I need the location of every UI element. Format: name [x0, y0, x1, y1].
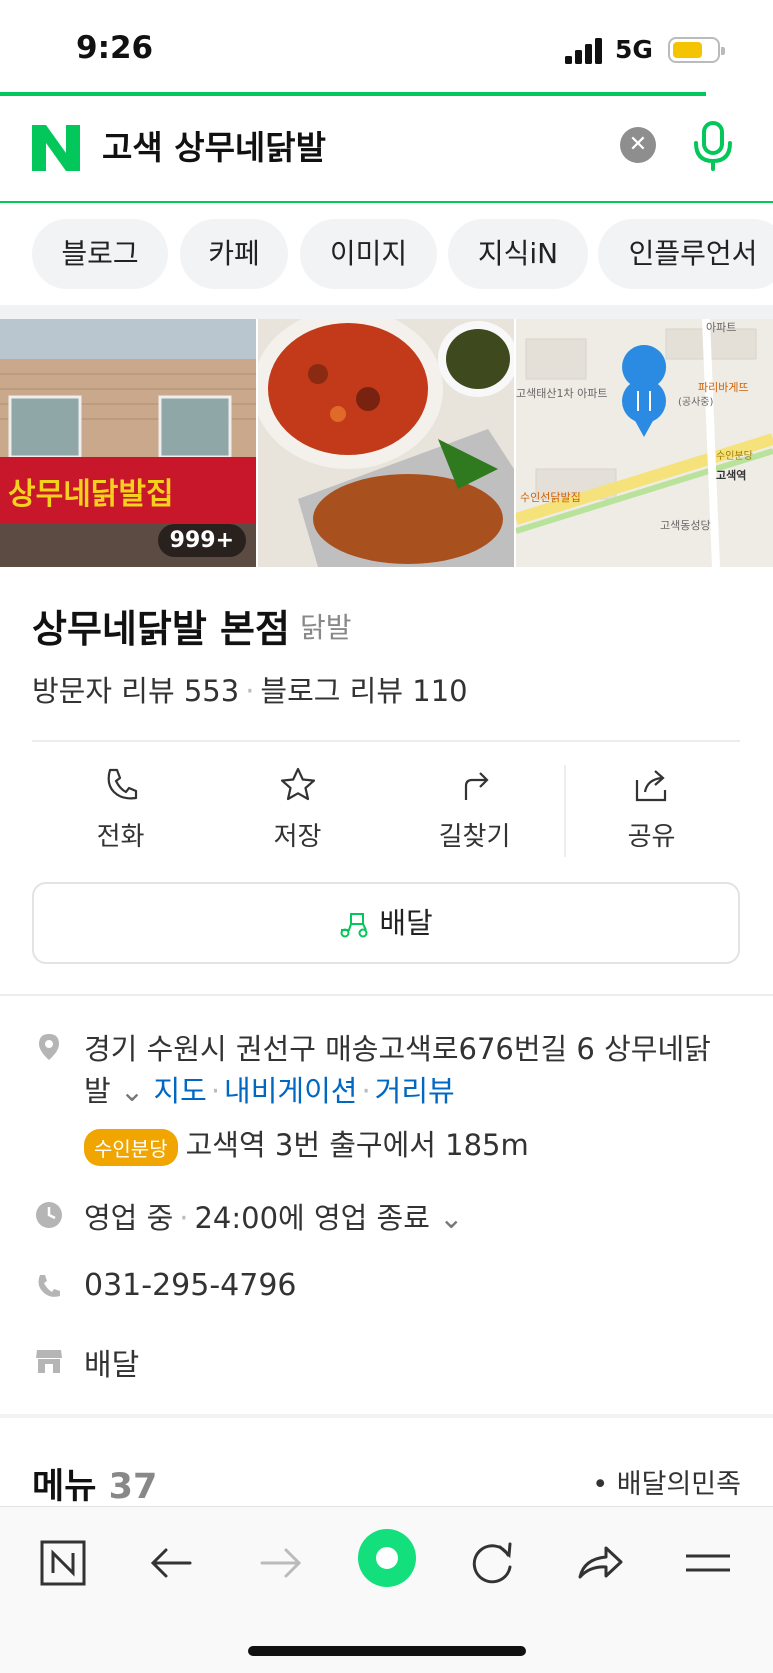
- store-icon: [36, 1350, 62, 1373]
- back-arrow-icon[interactable]: [142, 1533, 202, 1593]
- chip-influencer[interactable]: 인플루언서: [598, 219, 773, 289]
- food-image: [258, 319, 514, 567]
- blog-review-link[interactable]: 블로그 리뷰 110: [260, 674, 467, 708]
- photo-count-badge: 999+: [157, 524, 246, 557]
- divider: [0, 994, 773, 996]
- action-bar: 전화 저장 길찾기 공유: [32, 760, 740, 860]
- directions-button[interactable]: 길찾기: [386, 760, 563, 860]
- home-indicator: [248, 1646, 526, 1656]
- subway-info: 수인분당 고색역 3번 출구에서 185m: [84, 1122, 529, 1166]
- chip-images[interactable]: 이미지: [300, 219, 437, 289]
- visitor-review-link[interactable]: 방문자 리뷰 553: [32, 674, 239, 708]
- status-time: 9:26: [76, 30, 154, 66]
- battery-icon: [668, 37, 725, 63]
- svg-text:수인분당: 수인분당: [716, 450, 753, 462]
- section-gap: [0, 305, 773, 319]
- network-type: 5G: [615, 35, 653, 64]
- svg-text:상무네닭발집: 상무네닭발집: [8, 477, 174, 512]
- menu-source[interactable]: • 배달의민족: [592, 1462, 741, 1501]
- phone-number[interactable]: 031-295-4796: [84, 1268, 297, 1303]
- search-input[interactable]: 고색 상무네닭발: [102, 125, 326, 171]
- chip-knowledge-in[interactable]: 지식iN: [448, 219, 588, 289]
- share-button[interactable]: 공유: [563, 760, 740, 860]
- section-gap: [0, 1414, 773, 1418]
- chip-blog[interactable]: 블로그: [32, 219, 168, 289]
- star-icon: [280, 767, 315, 801]
- place-category: 닭발: [300, 611, 352, 644]
- svg-text:(공사중): (공사중): [678, 396, 714, 408]
- clock-icon: [36, 1202, 62, 1228]
- review-summary: 방문자 리뷰 553 · 블로그 리뷰 110: [32, 674, 468, 708]
- search-bar: 고색 상무네닭발 ✕: [0, 97, 773, 203]
- chevron-down-icon[interactable]: ⌄: [120, 1074, 144, 1108]
- microphone-icon[interactable]: [690, 121, 736, 171]
- street-view-link[interactable]: 거리뷰: [375, 1074, 455, 1108]
- forward-arrow-icon[interactable]: [250, 1533, 310, 1593]
- share-arrow-icon[interactable]: [570, 1533, 630, 1593]
- svg-text:고색역: 고색역: [716, 468, 746, 482]
- naver-home-icon[interactable]: [34, 1533, 94, 1593]
- menu-count: 37: [108, 1467, 158, 1507]
- place-name: 상무네닭발 본점: [32, 607, 290, 651]
- chevron-down-icon: ⌄: [439, 1201, 464, 1235]
- location-pin-icon: [39, 1034, 59, 1060]
- address: 경기 수원시 권선구 매송고색로676번길 6 상무네닭 발 ⌄ 지도 · 내비게이…: [84, 1032, 711, 1108]
- svg-text:아파트: 아파트: [706, 321, 736, 334]
- naver-logo-icon[interactable]: [32, 125, 80, 171]
- svg-text:고색태산1차 아파트: 고색태산1차 아파트: [516, 387, 607, 400]
- delivery-button[interactable]: 배달: [32, 882, 740, 964]
- service-type: 배달: [84, 1348, 140, 1383]
- subway-line-badge: 수인분당: [84, 1128, 178, 1166]
- storefront-photo[interactable]: 상무네닭발집 999+: [0, 319, 256, 567]
- map-image: 아파트 고색태산1차 아파트 파리바게뜨 (공사중) 수인선닭발집 수인분당 고…: [516, 319, 773, 567]
- menu-heading: 메뉴 37: [32, 1467, 158, 1507]
- svg-text:고색동성당: 고색동성당: [660, 519, 711, 532]
- clear-search-icon[interactable]: ✕: [620, 127, 656, 163]
- share-icon: [635, 770, 666, 802]
- map-thumbnail[interactable]: 아파트 고색태산1차 아파트 파리바게뜨 (공사중) 수인선닭발집 수인분당 고…: [516, 319, 773, 567]
- directions-arrow-icon: [464, 772, 489, 800]
- menu-hamburger-icon[interactable]: [678, 1533, 738, 1593]
- refresh-icon[interactable]: [462, 1533, 522, 1593]
- svg-text:수인선닭발집: 수인선닭발집: [520, 491, 581, 504]
- status-bar: 9:26 5G: [0, 0, 773, 96]
- call-button[interactable]: 전화: [32, 760, 209, 860]
- navigation-link[interactable]: 내비게이션: [224, 1074, 357, 1108]
- green-dot-icon[interactable]: [356, 1527, 418, 1589]
- page-load-progress: [0, 92, 706, 96]
- phone-icon: [107, 768, 137, 800]
- save-button[interactable]: 저장: [209, 760, 386, 860]
- search-category-chips: 블로그 카페 이미지 지식iN 인플루언서: [0, 205, 773, 305]
- phone-icon: [38, 1275, 60, 1297]
- delivery-scooter-icon: [340, 913, 368, 938]
- business-hours[interactable]: 영업 중 · 24:00에 영업 종료 ⌄: [84, 1195, 463, 1237]
- chip-cafe[interactable]: 카페: [180, 219, 288, 289]
- svg-text:파리바게뜨: 파리바게뜨: [698, 381, 749, 394]
- map-link[interactable]: 지도: [153, 1074, 206, 1108]
- food-photo[interactable]: [258, 319, 514, 567]
- signal-icon: [565, 38, 602, 64]
- photo-strip: 상무네닭발집 999+ 아파트 고색태산1차 아파트 파리바게뜨 (공사중) 수…: [0, 319, 773, 567]
- divider: [32, 740, 740, 742]
